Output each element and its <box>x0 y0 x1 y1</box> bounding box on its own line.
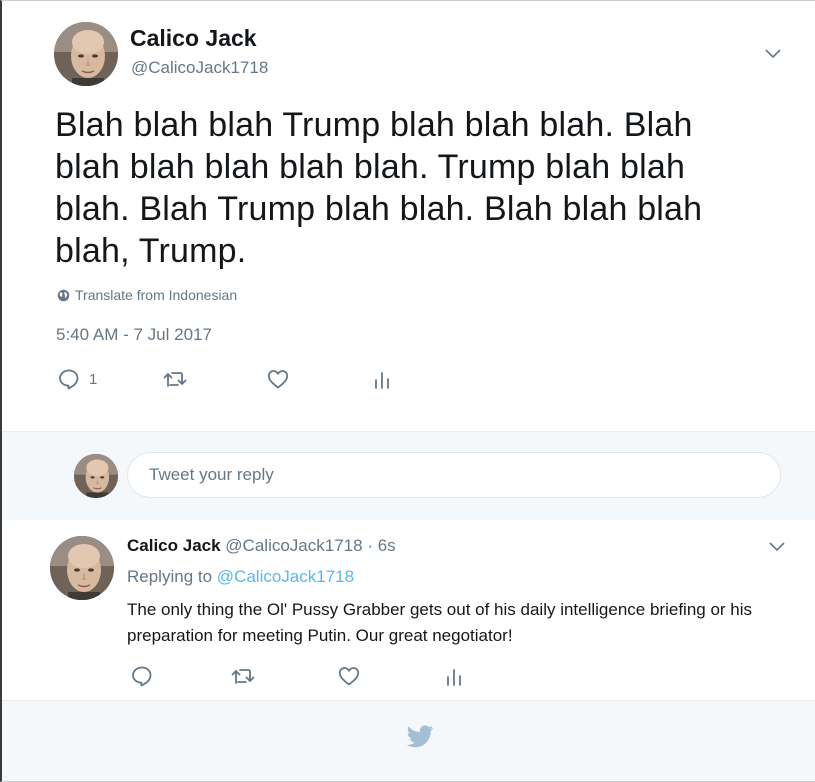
retweet-button[interactable] <box>231 664 255 688</box>
reply-icon <box>132 666 152 687</box>
globe-icon <box>57 289 70 301</box>
analytics-button[interactable] <box>370 367 394 391</box>
analytics-icon <box>447 669 461 686</box>
analytics-button[interactable] <box>442 664 466 688</box>
author-handle[interactable]: @CalicoJack1718 <box>131 58 268 78</box>
reply-icon <box>59 369 79 390</box>
tweet-text: Blah blah blah Trump blah blah blah. Bla… <box>55 106 703 270</box>
main-tweet: Calico Jack @CalicoJack1718 Blah blah bl… <box>2 1 815 431</box>
translate-link[interactable]: Translate from Indonesian <box>57 287 237 303</box>
retweet-button[interactable] <box>163 367 187 391</box>
reply-time[interactable]: 6s <box>378 536 396 555</box>
author-name[interactable]: Calico Jack <box>130 25 257 52</box>
chevron-down-icon[interactable] <box>767 536 787 556</box>
twitter-bird-icon <box>406 725 434 748</box>
mention-link[interactable]: @CalicoJack1718 <box>217 567 354 586</box>
retweet-icon <box>163 372 187 387</box>
translate-label: Translate from Indonesian <box>75 287 238 303</box>
like-button[interactable] <box>266 367 290 391</box>
reply-button[interactable]: 1 <box>57 367 97 391</box>
like-button[interactable] <box>337 664 361 688</box>
avatar[interactable] <box>50 536 114 600</box>
author-name[interactable]: Calico Jack <box>127 536 221 555</box>
reply-button[interactable] <box>130 664 154 688</box>
timestamp[interactable]: 5:40 AM - 7 Jul 2017 <box>56 325 212 345</box>
reply-composer: Tweet your reply <box>2 431 815 521</box>
avatar[interactable] <box>54 22 118 86</box>
footer <box>2 701 815 781</box>
separator: · <box>367 536 373 555</box>
replying-prefix: Replying to <box>127 567 213 586</box>
retweet-icon <box>231 669 255 684</box>
reply-input[interactable]: Tweet your reply <box>127 452 781 498</box>
chevron-down-icon[interactable] <box>763 43 783 63</box>
reply-tweet[interactable]: Calico Jack @CalicoJack1718 · 6s Replyin… <box>2 520 815 701</box>
analytics-icon <box>375 372 389 389</box>
avatar <box>74 454 118 498</box>
replying-to: Replying to @CalicoJack1718 <box>127 567 354 587</box>
reply-count: 1 <box>89 370 98 388</box>
like-icon <box>267 370 289 389</box>
tweet-window: Calico Jack @CalicoJack1718 Blah blah bl… <box>0 0 815 782</box>
author-handle[interactable]: @CalicoJack1718 <box>225 536 362 555</box>
reply-header: Calico Jack @CalicoJack1718 · 6s <box>127 536 396 556</box>
reply-text: The only thing the Ol' Pussy Grabber get… <box>127 600 753 645</box>
like-icon <box>338 667 360 686</box>
